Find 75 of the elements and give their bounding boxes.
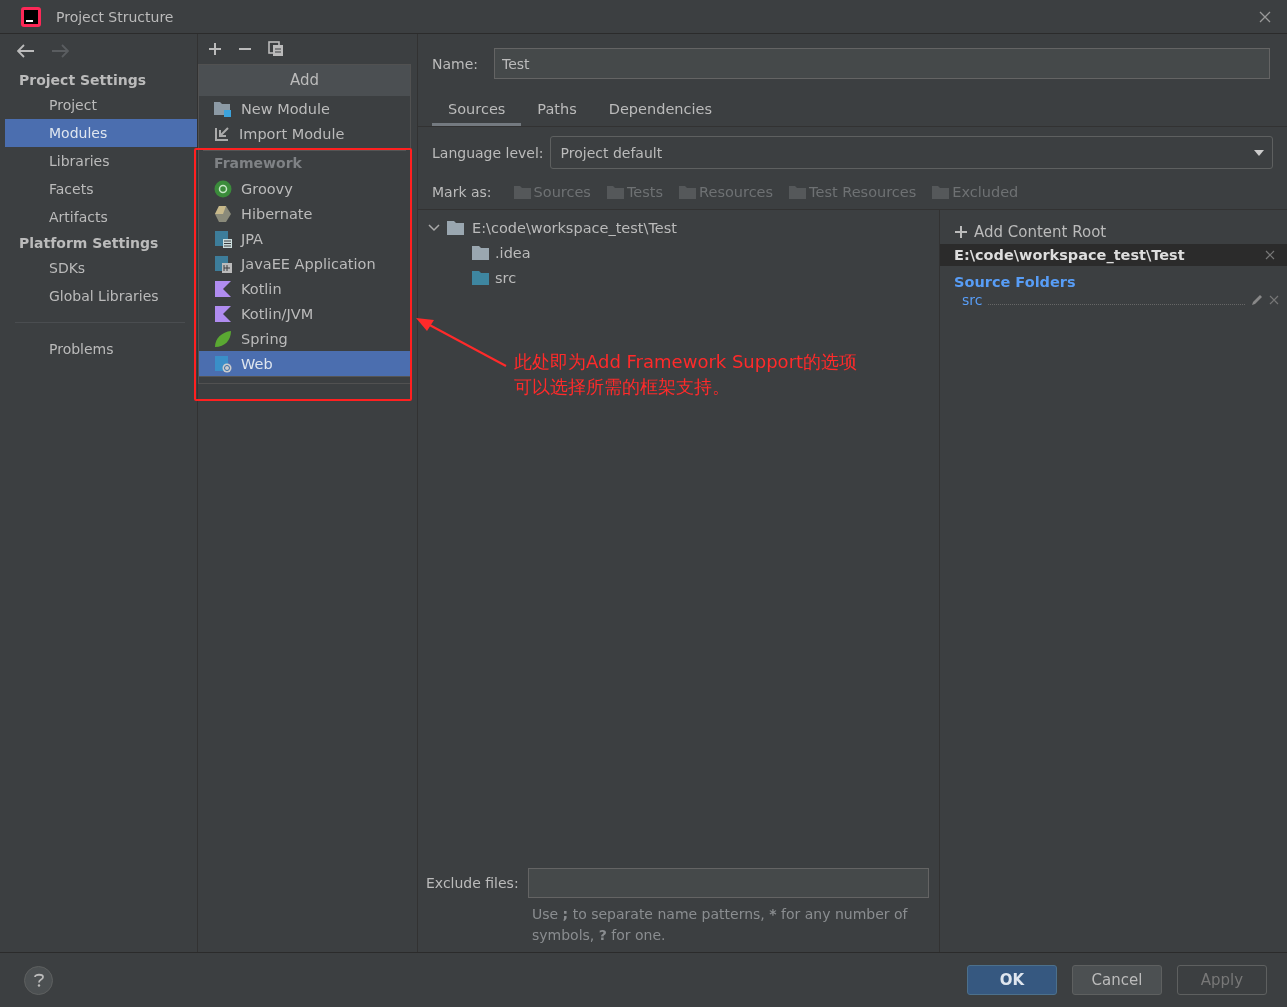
add-icon	[955, 225, 967, 238]
leaf-icon	[214, 329, 232, 348]
popup-menu-item[interactable]: New Module	[199, 96, 410, 121]
copy-icon[interactable]	[268, 41, 284, 57]
popup-menu-item[interactable]: Kotlin/JVM	[199, 301, 410, 326]
folder-icon	[606, 185, 625, 199]
popup-title: Add	[199, 65, 410, 96]
import-icon	[214, 125, 230, 142]
sidebar-item[interactable]: SDKs	[5, 254, 197, 282]
tab[interactable]: Dependencies	[592, 101, 728, 126]
folder-icon	[679, 185, 698, 199]
close-icon[interactable]	[1259, 10, 1271, 23]
folder-icon	[472, 245, 490, 260]
hexagon-icon	[214, 204, 232, 223]
popup-menu-item[interactable]: JavaEE Application	[199, 251, 410, 276]
kotlin-icon	[214, 279, 232, 298]
popup-menu-item[interactable]: Spring	[199, 326, 410, 351]
sidebar-heading: Platform Settings	[18, 234, 160, 253]
help-button[interactable]	[24, 965, 53, 995]
app-logo-icon	[21, 6, 41, 27]
add-icon[interactable]	[208, 42, 222, 56]
popup-menu-item[interactable]: Groovy	[199, 176, 410, 201]
question-mark-icon	[32, 973, 45, 987]
web-icon	[214, 354, 232, 373]
name-label: Name:	[432, 55, 479, 72]
sidebar-item[interactable]: Libraries	[5, 147, 197, 175]
popup-menu-item[interactable]: Hibernate	[199, 201, 410, 226]
mark-as-label: Mark as:	[432, 184, 492, 200]
tree-item[interactable]: .idea	[495, 244, 531, 261]
dialog-button[interactable]: OK	[967, 965, 1057, 995]
sidebar-item[interactable]: Project	[5, 91, 197, 119]
sidebar-heading: Project Settings	[18, 71, 148, 90]
document-icon	[214, 254, 232, 273]
sidebar-item[interactable]: Modules	[5, 119, 197, 147]
kotlin-icon	[214, 304, 232, 323]
dropdown-caret-icon	[1254, 149, 1264, 156]
tab[interactable]: Paths	[521, 101, 593, 126]
dialog-button[interactable]: Cancel	[1072, 965, 1162, 995]
sidebar-item[interactable]: Problems	[5, 335, 197, 363]
window-title: Project Structure	[56, 8, 175, 25]
source-folders-heading: Source Folders	[953, 273, 1077, 290]
annotation-text: 此处即为Add Framework Support的选项 可以选择所需的框架支持。	[514, 350, 858, 399]
folder-icon	[214, 100, 232, 117]
popup-section-heading: Framework	[213, 154, 303, 173]
back-arrow-icon[interactable]	[17, 44, 35, 58]
exclude-files-field[interactable]	[527, 868, 929, 898]
tree-item[interactable]: src	[495, 269, 517, 286]
document-icon	[214, 229, 232, 248]
close-icon[interactable]	[1265, 250, 1275, 260]
close-icon[interactable]	[1269, 295, 1279, 305]
sidebar-item[interactable]: Global Libraries	[5, 282, 197, 310]
hint-text: Use ; to separate name patterns, * for any number of symbols, ? for one.	[532, 905, 909, 945]
content-root-path: E:\code\workspace_test\Test	[954, 247, 1185, 263]
folder-icon	[932, 185, 951, 199]
circle-icon	[214, 179, 232, 198]
edit-pencil-icon[interactable]	[1251, 294, 1263, 306]
popup-menu-item[interactable]: JPA	[199, 226, 410, 251]
source-folder-link[interactable]: src	[962, 292, 983, 308]
language-level-label: Language level:	[432, 144, 544, 161]
tab[interactable]: Sources	[432, 101, 522, 126]
exclude-files-label: Exclude files:	[426, 875, 519, 891]
folder-icon	[472, 270, 490, 285]
folder-icon	[789, 185, 808, 199]
language-level-dropdown[interactable]: Project default	[549, 136, 1273, 169]
tree-item[interactable]: E:\code\workspace_test\Test	[472, 219, 677, 236]
collapse-chevron-icon[interactable]	[428, 223, 440, 232]
folder-icon	[447, 220, 465, 235]
sidebar-item[interactable]: Artifacts	[5, 203, 197, 231]
folder-icon	[513, 185, 532, 199]
popup-menu-item[interactable]: Web	[199, 351, 410, 376]
popup-menu-item[interactable]: Kotlin	[199, 276, 410, 301]
sidebar-item[interactable]: Facets	[5, 175, 197, 203]
popup-menu-item[interactable]: Import Module	[199, 121, 410, 146]
add-content-root-button[interactable]: Add Content Root	[940, 210, 1287, 244]
name-field[interactable]: Test	[494, 48, 1270, 79]
